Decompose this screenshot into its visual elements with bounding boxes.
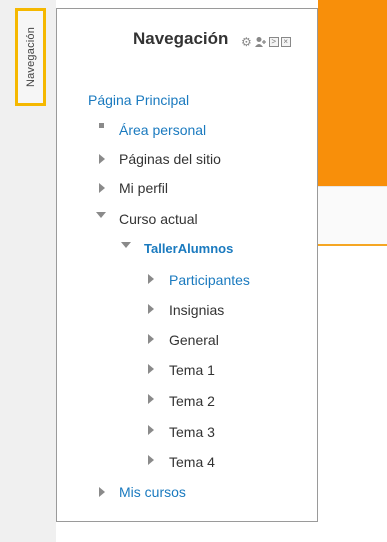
nav-mi-perfil[interactable]: Mi perfil xyxy=(119,178,168,198)
dock-to-side-icon[interactable]: > xyxy=(268,37,279,47)
accent-divider xyxy=(318,244,387,246)
collapse-arrow-icon[interactable] xyxy=(121,242,131,248)
nav-mis-cursos-link[interactable]: Mis cursos xyxy=(119,482,186,502)
close-icon[interactable]: × xyxy=(280,37,291,47)
nav-tema-3[interactable]: Tema 3 xyxy=(169,422,215,442)
expand-arrow-icon[interactable] xyxy=(148,274,154,284)
collapse-arrow-icon[interactable] xyxy=(96,212,106,218)
nav-course-link[interactable]: TallerAlumnos xyxy=(144,239,233,259)
expand-arrow-icon[interactable] xyxy=(99,183,105,193)
expand-arrow-icon[interactable] xyxy=(148,425,154,435)
docked-block-tab-label: Navegación xyxy=(24,26,37,88)
expand-arrow-icon[interactable] xyxy=(99,487,105,497)
docked-block-tab[interactable]: Navegación xyxy=(15,8,46,106)
nav-paginas-sitio[interactable]: Páginas del sitio xyxy=(119,149,221,169)
page-content-area xyxy=(318,186,387,245)
nav-insignias[interactable]: Insignias xyxy=(169,300,224,320)
nav-curso-actual[interactable]: Curso actual xyxy=(119,209,198,229)
expand-arrow-icon[interactable] xyxy=(148,455,154,465)
nav-tema-2[interactable]: Tema 2 xyxy=(169,391,215,411)
block-header-actions: ⚙ > × xyxy=(241,35,291,49)
nav-home-link[interactable]: Página Principal xyxy=(88,90,189,110)
nav-area-personal-link[interactable]: Área personal xyxy=(119,120,206,140)
nav-tema-1[interactable]: Tema 1 xyxy=(169,360,215,380)
page-header-band xyxy=(318,0,387,186)
expand-arrow-icon[interactable] xyxy=(148,364,154,374)
expand-arrow-icon[interactable] xyxy=(148,394,154,404)
bullet-icon xyxy=(99,123,104,128)
expand-arrow-icon[interactable] xyxy=(148,334,154,344)
nav-tema-4[interactable]: Tema 4 xyxy=(169,452,215,472)
navigation-block: Navegación ⚙ > × Página Principal Área p… xyxy=(56,8,318,522)
nav-general[interactable]: General xyxy=(169,330,219,350)
gear-icon[interactable]: ⚙ xyxy=(241,36,252,48)
block-header: Navegación ⚙ > × xyxy=(57,9,317,69)
expand-arrow-icon[interactable] xyxy=(148,304,154,314)
person-add-icon[interactable] xyxy=(254,36,267,48)
expand-arrow-icon[interactable] xyxy=(99,154,105,164)
nav-participantes-link[interactable]: Participantes xyxy=(169,270,250,290)
block-title: Navegación xyxy=(133,29,229,48)
